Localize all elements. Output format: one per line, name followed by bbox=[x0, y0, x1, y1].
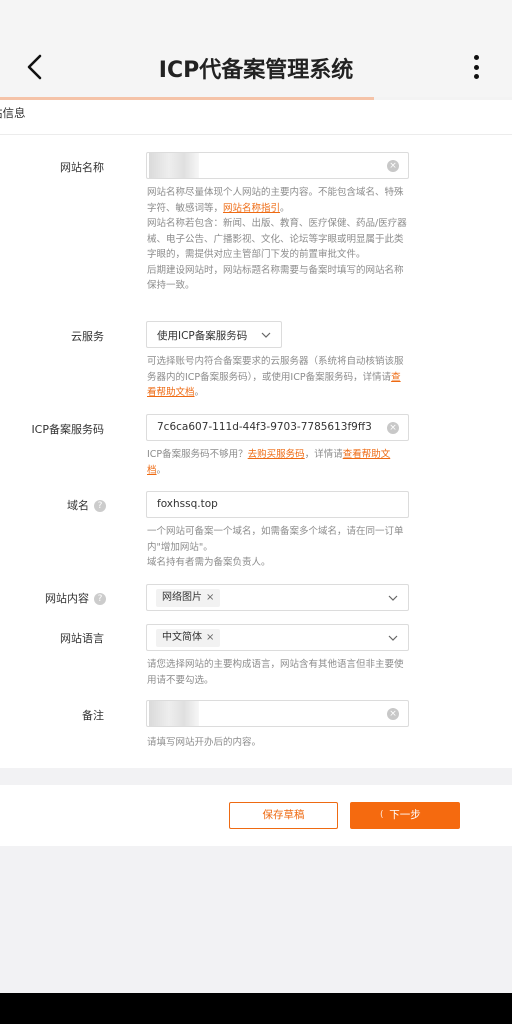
clear-icon[interactable]: × bbox=[387, 708, 399, 720]
remark-input[interactable]: × bbox=[146, 700, 409, 727]
system-nav-bar bbox=[0, 993, 512, 1024]
cloud-service-label: 云服务 bbox=[71, 330, 104, 343]
cloud-service-help: 可选择账号内符合备案要求的云服务器（系统将自动核销该服务器内的ICP备案服务码）… bbox=[147, 356, 404, 398]
remark-label: 备注 bbox=[82, 709, 104, 722]
language-select[interactable]: 中文简体 × bbox=[146, 624, 409, 651]
icp-code-input[interactable]: 7c6ca607-111d-44f3-9703-7785613f9ff3 × bbox=[146, 414, 409, 441]
page-title: ICP代备案管理系统 bbox=[158, 58, 354, 83]
language-help: 请您选择网站的主要构成语言，网站含有其他语言但非主要使用请不要勾选。 bbox=[147, 659, 404, 686]
remark-help: 请填写网站开办后的内容。 bbox=[147, 737, 262, 748]
clear-icon[interactable]: × bbox=[387, 160, 399, 172]
question-icon[interactable]: ? bbox=[94, 593, 106, 605]
buy-code-link[interactable]: 去购买服务码 bbox=[248, 449, 305, 460]
more-vertical-icon bbox=[473, 55, 479, 60]
site-name-help: 网站名称尽量体现个人网站的主要内容。不能包含域名、特殊字符、敏感词等，网站名称指… bbox=[147, 187, 407, 291]
domain-input[interactable]: foxhssq.top bbox=[146, 491, 409, 518]
content-label: 网站内容? bbox=[0, 590, 106, 606]
content-tag: 网络图片 × bbox=[156, 589, 221, 607]
tag-remove-icon[interactable]: × bbox=[206, 632, 214, 643]
next-step-button[interactable]: ( 下一步 bbox=[350, 802, 460, 829]
footer-actions: 保存草稿 ( 下一步 bbox=[0, 785, 512, 846]
app-header: ICP代备案管理系统 bbox=[0, 0, 512, 97]
redacted-value bbox=[149, 153, 199, 178]
chevron-down-icon bbox=[388, 633, 398, 643]
tag-remove-icon[interactable]: × bbox=[206, 592, 214, 603]
cloud-service-select[interactable]: 使用ICP备案服务码 bbox=[146, 321, 282, 348]
site-name-label: 网站名称 bbox=[60, 161, 104, 174]
site-info-form: 网站名称 × 网站名称尽量体现个人网站的主要内容。不能包含域名、特殊字符、敏感词… bbox=[0, 135, 512, 768]
chevron-down-icon bbox=[388, 593, 398, 603]
site-name-guide-link[interactable]: 网站名称指引 bbox=[223, 203, 280, 214]
language-label: 网站语言 bbox=[60, 632, 104, 645]
site-name-input[interactable]: × bbox=[146, 152, 409, 179]
loading-icon: ( bbox=[380, 810, 384, 820]
section-header: 站信息 bbox=[0, 100, 512, 135]
language-tag: 中文简体 × bbox=[156, 629, 221, 647]
icp-code-help: ICP备案服务码不够用？去购买服务码，详情请查看帮助文档。 bbox=[147, 449, 391, 476]
domain-label: 域名? bbox=[0, 497, 106, 513]
question-icon[interactable]: ? bbox=[94, 500, 106, 512]
section-title: 站信息 bbox=[0, 106, 26, 120]
save-draft-button[interactable]: 保存草稿 bbox=[229, 802, 338, 829]
domain-help: 一个网站可备案一个域名，如需备案多个域名，请在同一订单内"增加网站"。 域名持有… bbox=[147, 526, 404, 568]
icp-code-label: ICP备案服务码 bbox=[31, 423, 104, 436]
chevron-down-icon bbox=[261, 330, 271, 340]
more-menu-button[interactable] bbox=[466, 52, 486, 82]
content-select[interactable]: 网络图片 × bbox=[146, 584, 409, 611]
redacted-value bbox=[149, 701, 199, 726]
clear-icon[interactable]: × bbox=[387, 422, 399, 434]
